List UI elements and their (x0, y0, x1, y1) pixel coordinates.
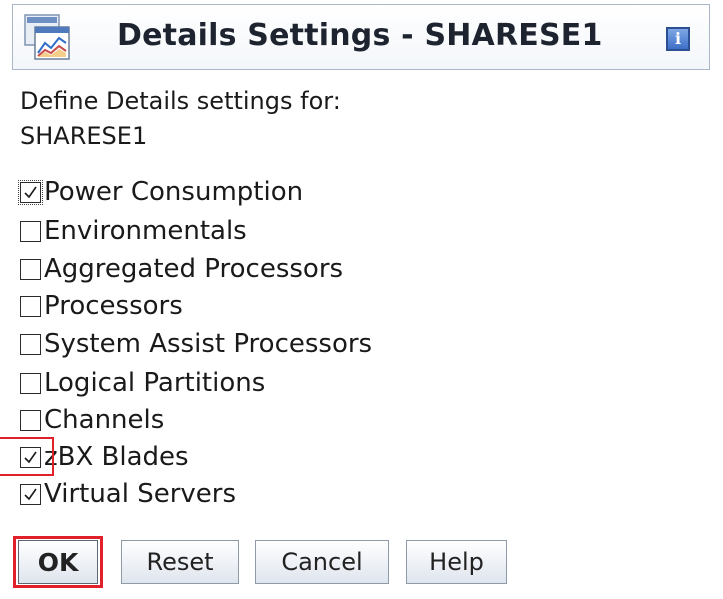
dialog-title: Details Settings - SHARESE1 (117, 18, 603, 53)
option-system-assist-processors[interactable]: System Assist Processors (20, 328, 372, 360)
checkbox-checked[interactable] (20, 483, 41, 505)
option-virtual-servers[interactable]: Virtual Servers (20, 478, 236, 510)
option-environmentals[interactable]: Environmentals (20, 215, 247, 247)
dialog-title-bar: Details Settings - SHARESE1 i (12, 4, 710, 70)
checkbox-unchecked[interactable] (20, 409, 41, 431)
option-label: Logical Partitions (44, 368, 266, 398)
ok-button[interactable]: OK (18, 540, 98, 584)
option-aggregated-processors[interactable]: Aggregated Processors (20, 253, 343, 285)
help-button[interactable]: Help (406, 540, 507, 584)
info-icon-glyph: i (674, 29, 682, 48)
checkbox-unchecked[interactable] (20, 372, 41, 394)
option-logical-partitions[interactable]: Logical Partitions (20, 367, 265, 399)
option-power-consumption[interactable]: Power Consumption (18, 176, 304, 208)
chart-settings-icon (24, 14, 70, 60)
checkbox-checked[interactable] (18, 179, 43, 205)
checkbox-unchecked[interactable] (20, 220, 41, 242)
option-label: Environmentals (44, 216, 247, 246)
option-label: Channels (44, 405, 165, 435)
checkbox-unchecked[interactable] (20, 333, 41, 355)
checkbox-unchecked[interactable] (20, 258, 41, 280)
option-channels[interactable]: Channels (20, 404, 164, 436)
info-icon[interactable]: i (666, 27, 690, 51)
option-label: Power Consumption (44, 177, 304, 207)
intro-text: Define Details settings for: (20, 87, 341, 115)
system-name: SHARESE1 (20, 122, 148, 150)
checkbox-checked[interactable] (20, 446, 41, 468)
option-zbx-blades[interactable]: zBX Blades (20, 441, 189, 473)
option-label: System Assist Processors (44, 329, 373, 359)
option-label: zBX Blades (44, 442, 189, 472)
cancel-button[interactable]: Cancel (255, 540, 389, 584)
checkbox-unchecked[interactable] (20, 295, 41, 317)
option-label: Processors (44, 291, 183, 321)
option-label: Aggregated Processors (44, 254, 344, 284)
reset-button[interactable]: Reset (121, 540, 239, 584)
option-label: Virtual Servers (44, 479, 237, 509)
option-processors[interactable]: Processors (20, 290, 183, 322)
